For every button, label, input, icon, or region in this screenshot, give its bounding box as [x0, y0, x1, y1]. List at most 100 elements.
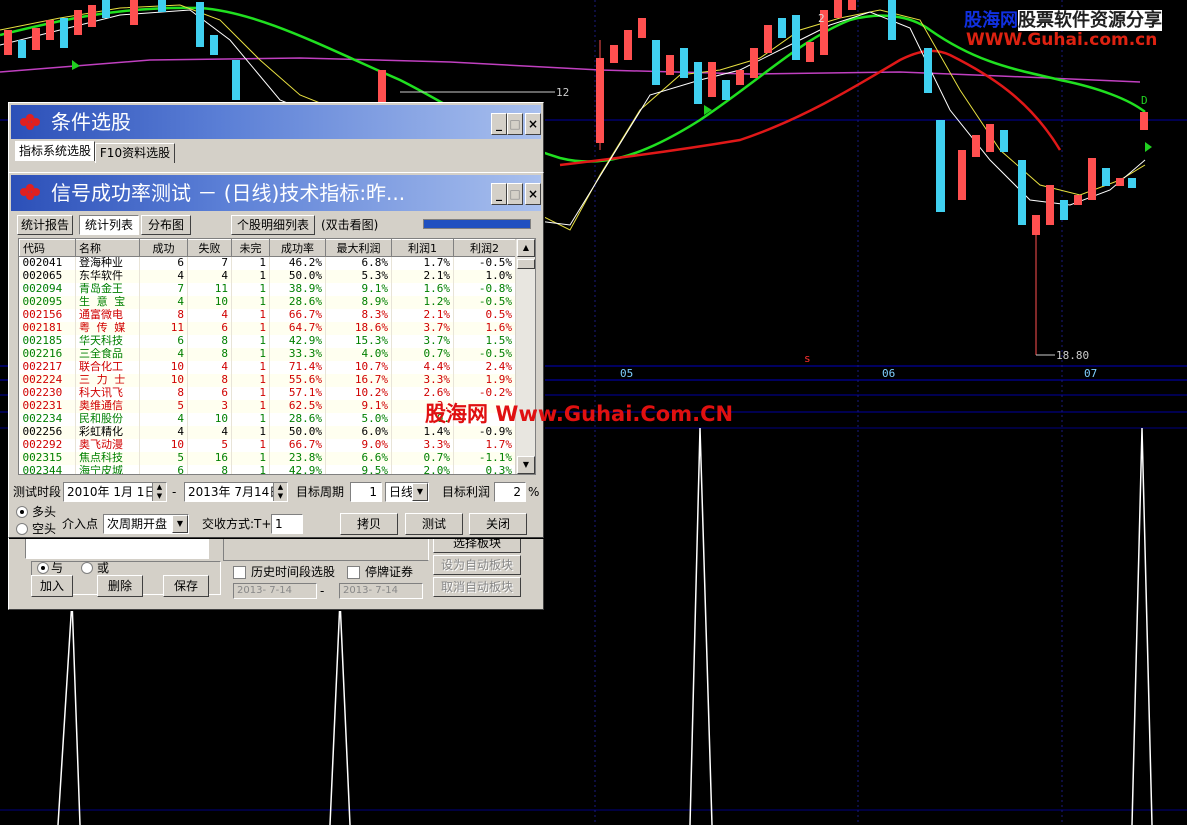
table-cell-f: 8	[187, 334, 232, 348]
table-cell-s: 6	[139, 256, 188, 270]
date-from-spinner[interactable]: ▲ ▼	[152, 483, 166, 501]
save-button[interactable]: 保存	[163, 575, 209, 597]
tab-stat-list[interactable]: 统计列表	[79, 215, 139, 235]
table-cell-f: 10	[187, 412, 232, 426]
test-date-to[interactable]: 2013年 7月14日 ▲ ▼	[184, 482, 288, 502]
table-row[interactable]: 002156 通富微电 8 4 1 66.7% 8.3% 2.1% 0.5%	[19, 308, 516, 322]
stock-detail-button[interactable]: 个股明细列表	[231, 215, 315, 235]
target-period-input[interactable]: 1	[350, 482, 382, 502]
table-header-row: 代码 名称 成功 失败 未完 成功率 最大利润 利润1 利润2	[19, 239, 516, 257]
table-cell-code: 002230	[19, 386, 76, 400]
table-cell-max: 6.8%	[325, 256, 392, 270]
tab-distribution[interactable]: 分布图	[141, 215, 191, 235]
scroll-down-button[interactable]: ▼	[517, 456, 535, 474]
table-cell-p1: 0.7%	[391, 451, 454, 465]
table-cell-u: 1	[231, 295, 270, 309]
minimize-button[interactable]: _	[491, 183, 507, 205]
set-auto-block-button[interactable]: 设为自动板块	[433, 555, 521, 575]
table-cell-code: 002216	[19, 347, 76, 361]
table-cell-s: 5	[139, 451, 188, 465]
logic-or-radio[interactable]	[81, 562, 93, 574]
table-row[interactable]: 002094 青岛金王 7 11 1 38.9% 9.1% 1.6% -0.8%	[19, 282, 516, 296]
signal-test-titlebar[interactable]: 信号成功率测试 － (日线)技术指标:昨... _ □ ×	[11, 175, 541, 211]
col-success[interactable]: 成功	[139, 239, 188, 257]
table-cell-p1: 1.7%	[391, 256, 454, 270]
table-cell-code: 002181	[19, 321, 76, 335]
close-button[interactable]: ×	[525, 183, 541, 205]
date-to-spinner[interactable]: ▲ ▼	[273, 483, 287, 501]
chevron-down-icon[interactable]: ▼	[172, 515, 188, 533]
target-profit-input[interactable]: 2	[494, 482, 526, 502]
tab-stat-report[interactable]: 统计报告	[17, 215, 73, 235]
chevron-down-icon[interactable]: ▼	[412, 483, 428, 501]
col-code[interactable]: 代码	[19, 239, 76, 257]
table-row[interactable]: 002217 联合化工 10 4 1 71.4% 10.7% 4.4% 2.4%	[19, 360, 516, 374]
settle-input[interactable]: 1	[271, 514, 303, 534]
table-cell-code: 002231	[19, 399, 76, 413]
table-row[interactable]: 002041 登海种业 6 7 1 46.2% 6.8% 1.7% -0.5%	[19, 256, 516, 270]
table-row[interactable]: 002065 东华软件 4 4 1 50.0% 5.3% 2.1% 1.0%	[19, 269, 516, 283]
copy-button[interactable]: 拷贝	[340, 513, 398, 535]
history-date-from[interactable]: 2013- 7-14	[233, 583, 317, 599]
table-cell-rate: 33.3%	[269, 347, 326, 361]
double-click-hint: (双击看图)	[321, 218, 379, 232]
table-cell-max: 9.1%	[325, 282, 392, 296]
table-row[interactable]: 002216 三全食品 4 8 1 33.3% 4.0% 0.7% -0.5%	[19, 347, 516, 361]
table-cell-p2: 0.5%	[453, 308, 516, 322]
table-cell-p1: 0.7%	[391, 347, 454, 361]
table-row[interactable]: 002292 奥飞动漫 10 5 1 66.7% 9.0% 3.3% 1.7%	[19, 438, 516, 452]
axis-label-07: 07	[1084, 367, 1098, 380]
col-profit1[interactable]: 利润1	[391, 239, 454, 257]
close-button[interactable]: ×	[525, 113, 541, 135]
col-fail[interactable]: 失败	[187, 239, 232, 257]
long-radio[interactable]	[16, 506, 28, 518]
scroll-up-button[interactable]: ▲	[517, 239, 535, 257]
col-rate[interactable]: 成功率	[269, 239, 326, 257]
table-row[interactable]: 002095 生 意 宝 4 10 1 28.6% 8.9% 1.2% -0.5%	[19, 295, 516, 309]
tab-indicator-select[interactable]: 指标系统选股	[15, 141, 95, 161]
table-cell-rate: 66.7%	[269, 308, 326, 322]
minimize-button[interactable]: _	[491, 113, 507, 135]
col-name[interactable]: 名称	[75, 239, 140, 257]
suspended-checkbox[interactable]	[347, 566, 360, 579]
short-radio[interactable]	[16, 523, 28, 535]
col-profit2[interactable]: 利润2	[453, 239, 516, 257]
table-cell-name: 粤 传 媒	[75, 321, 140, 335]
entry-value: 次周期开盘	[107, 517, 168, 531]
maximize-button[interactable]: □	[507, 113, 523, 135]
test-button[interactable]: 测试	[405, 513, 463, 535]
tab-f10-select[interactable]: F10资料选股	[95, 143, 175, 163]
table-row[interactable]: 002185 华天科技 6 8 1 42.9% 15.3% 3.7% 1.5%	[19, 334, 516, 348]
table-cell-p2: -0.5%	[453, 256, 516, 270]
table-row[interactable]: 002224 三 力 士 10 8 1 55.6% 16.7% 3.3% 1.9%	[19, 373, 516, 387]
table-scrollbar[interactable]: ▲ ▼	[515, 239, 535, 474]
table-cell-s: 5	[139, 399, 188, 413]
maximize-button[interactable]: □	[507, 183, 523, 205]
cancel-auto-block-button[interactable]: 取消自动板块	[433, 577, 521, 597]
short-label: 空头	[32, 522, 57, 536]
condition-select-titlebar[interactable]: 条件选股 _ □ ×	[11, 105, 541, 139]
logic-and-radio[interactable]	[37, 562, 49, 574]
table-cell-p1: 4.4%	[391, 360, 454, 374]
entry-select[interactable]: 次周期开盘 ▼	[103, 514, 189, 534]
table-cell-s: 4	[139, 412, 188, 426]
col-max-profit[interactable]: 最大利润	[325, 239, 392, 257]
axis-label-06: 06	[882, 367, 896, 380]
table-cell-name: 生 意 宝	[75, 295, 140, 309]
period-unit-select[interactable]: 日线 ▼	[385, 482, 429, 502]
test-date-from[interactable]: 2010年 1月 1日 ▲ ▼	[63, 482, 167, 502]
table-row[interactable]: 002344 海宁皮城 6 8 1 42.9% 9.5% 2.0% 0.3%	[19, 464, 516, 474]
close-dialog-button[interactable]: 关闭	[469, 513, 527, 535]
table-cell-s: 4	[139, 295, 188, 309]
table-row[interactable]: 002315 焦点科技 5 16 1 23.8% 6.6% 0.7% -1.1%	[19, 451, 516, 465]
table-row[interactable]: 002181 粤 传 媒 11 6 1 64.7% 18.6% 3.7% 1.6%	[19, 321, 516, 335]
col-unfinished[interactable]: 未完	[231, 239, 270, 257]
delete-button[interactable]: 删除	[97, 575, 143, 597]
history-date-to[interactable]: 2013- 7-14	[339, 583, 423, 599]
history-period-checkbox[interactable]	[233, 566, 246, 579]
add-button[interactable]: 加入	[31, 575, 73, 597]
scroll-thumb[interactable]	[517, 259, 535, 269]
table-cell-s: 4	[139, 425, 188, 439]
table-cell-name: 华天科技	[75, 334, 140, 348]
result-table[interactable]: 代码 名称 成功 失败 未完 成功率 最大利润 利润1 利润2 002041 登海…	[18, 238, 536, 475]
